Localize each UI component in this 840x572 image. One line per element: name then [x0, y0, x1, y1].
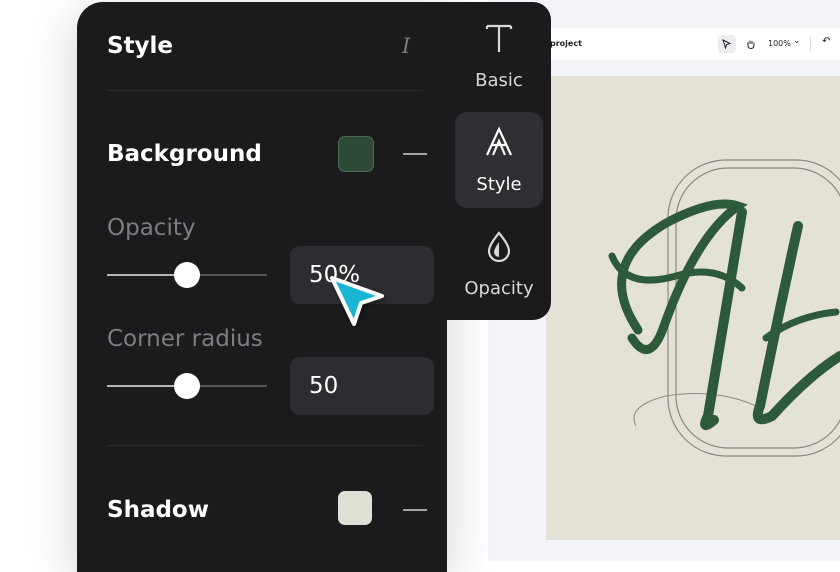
opacity-label: Opacity: [107, 215, 196, 241]
background-color-swatch[interactable]: [338, 136, 374, 172]
opacity-slider[interactable]: [107, 262, 267, 288]
tab-opacity[interactable]: Opacity: [455, 216, 543, 312]
chevron-down-icon[interactable]: ⌄: [793, 36, 801, 46]
undo-icon[interactable]: ↶: [822, 36, 830, 47]
panel-title: Style: [107, 33, 174, 59]
tab-basic[interactable]: Basic: [455, 8, 543, 104]
shadow-color-swatch[interactable]: [338, 491, 372, 525]
tab-style[interactable]: Style: [455, 112, 543, 208]
corner-radius-label: Corner radius: [107, 326, 263, 352]
text-icon: [455, 22, 543, 58]
background-section-label: Background: [107, 141, 262, 167]
style-panel: Style I Background Opacity 50% Corner ra…: [77, 2, 447, 572]
artboard[interactable]: [546, 76, 840, 540]
style-a-icon: [455, 126, 543, 162]
remove-shadow-icon[interactable]: [403, 509, 427, 511]
italic-icon[interactable]: I: [402, 34, 410, 58]
divider: [107, 445, 423, 446]
toolbar-divider: [810, 37, 811, 51]
corner-radius-slider[interactable]: [107, 373, 267, 399]
hand-icon: [747, 40, 755, 49]
select-tool-button[interactable]: [718, 35, 736, 53]
monogram-artwork[interactable]: [546, 76, 840, 540]
panel-tab-rail: Basic Style Opacity: [447, 2, 551, 320]
pointer-icon: [722, 39, 732, 49]
project-name[interactable]: project: [550, 39, 582, 48]
corner-radius-value-input[interactable]: 50: [290, 357, 434, 415]
pointer-cursor-icon: [330, 276, 384, 326]
shadow-section-label: Shadow: [107, 497, 209, 523]
tab-opacity-label: Opacity: [464, 278, 534, 299]
tab-style-label: Style: [476, 174, 522, 195]
opacity-slider-thumb[interactable]: [174, 262, 200, 288]
tab-basic-label: Basic: [475, 70, 523, 91]
remove-background-icon[interactable]: [403, 153, 427, 155]
drop-icon: [455, 230, 543, 266]
hand-tool-button[interactable]: [742, 35, 760, 53]
divider: [107, 90, 423, 91]
corner-radius-slider-thumb[interactable]: [174, 373, 200, 399]
zoom-level[interactable]: 100%: [768, 39, 791, 48]
